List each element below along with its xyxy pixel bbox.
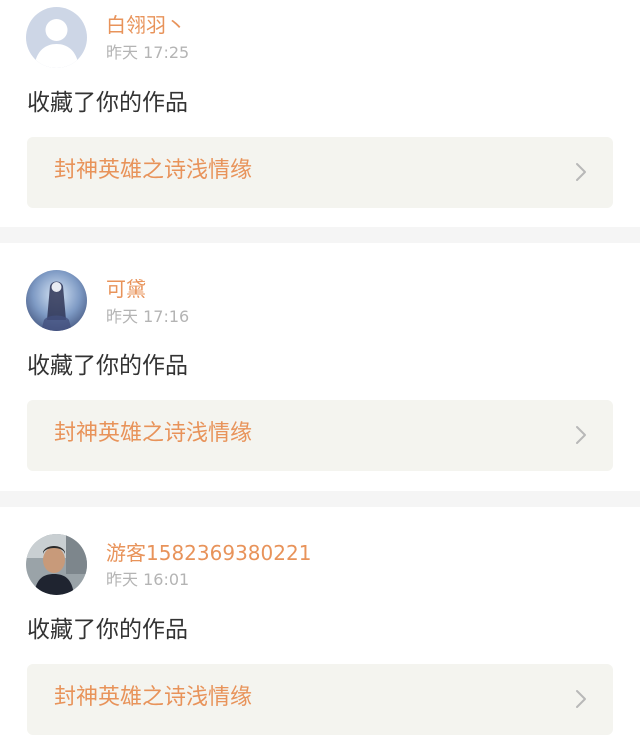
work-title: 封神英雄之诗浅情缘 <box>54 158 253 183</box>
avatar[interactable] <box>26 270 87 331</box>
action-text: 收藏了你的作品 <box>27 90 188 116</box>
section-divider <box>0 227 640 243</box>
work-link[interactable]: 封神英雄之诗浅情缘 <box>27 137 613 208</box>
user-name[interactable]: 白翎羽丶 <box>106 15 186 35</box>
avatar[interactable] <box>26 7 87 68</box>
work-link[interactable]: 封神英雄之诗浅情缘 <box>27 664 613 735</box>
chevron-right-icon <box>576 690 586 708</box>
timestamp: 昨天 16:01 <box>106 570 190 589</box>
chevron-right-icon <box>576 426 586 444</box>
action-text: 收藏了你的作品 <box>27 617 188 643</box>
user-name[interactable]: 可黛 <box>106 279 146 299</box>
work-title: 封神英雄之诗浅情缘 <box>54 685 253 710</box>
timestamp: 昨天 17:16 <box>106 307 190 326</box>
timestamp: 昨天 17:25 <box>106 43 190 62</box>
work-link[interactable]: 封神英雄之诗浅情缘 <box>27 400 613 471</box>
user-name[interactable]: 游客1582369380221 <box>106 543 311 563</box>
notification-feed: 白翎羽丶 昨天 17:25 收藏了你的作品 封神英雄之诗浅情缘 可黛 昨天 17… <box>0 0 640 738</box>
notification-card: 白翎羽丶 昨天 17:25 收藏了你的作品 封神英雄之诗浅情缘 <box>0 0 640 227</box>
chevron-right-icon <box>576 163 586 181</box>
action-text: 收藏了你的作品 <box>27 353 188 379</box>
section-divider <box>0 491 640 507</box>
notification-card: 游客1582369380221 昨天 16:01 收藏了你的作品 封神英雄之诗浅… <box>0 507 640 738</box>
avatar[interactable] <box>26 534 87 595</box>
notification-card: 可黛 昨天 17:16 收藏了你的作品 封神英雄之诗浅情缘 <box>0 243 640 491</box>
work-title: 封神英雄之诗浅情缘 <box>54 421 253 446</box>
